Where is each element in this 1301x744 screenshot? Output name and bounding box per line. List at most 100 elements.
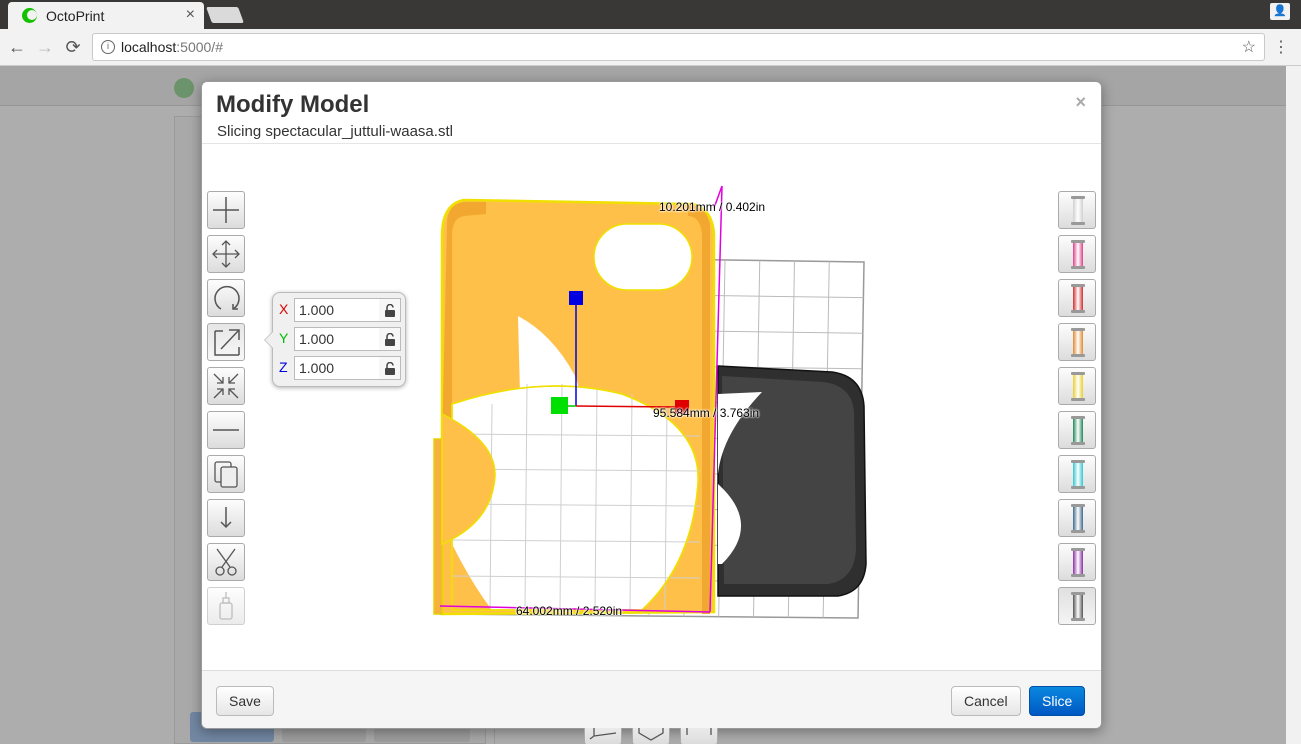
modal-footer: Save Cancel Slice <box>202 670 1101 728</box>
scale-z-lock-button[interactable] <box>379 356 401 380</box>
spool-icon <box>1073 373 1083 399</box>
scale-y-row: Y <box>279 327 401 351</box>
address-url[interactable]: localhost:5000/# <box>121 39 223 55</box>
info-icon[interactable]: i <box>101 40 115 54</box>
spool-rim <box>1071 328 1085 331</box>
filament-spool-button[interactable] <box>1058 323 1096 361</box>
spool-rim <box>1071 592 1085 595</box>
scissors-icon <box>215 548 237 576</box>
tab-title: OctoPrint <box>46 8 105 24</box>
drop-to-bed-button[interactable] <box>207 499 245 537</box>
octoprint-logo-icon <box>22 8 37 23</box>
gizmo-y-handle[interactable] <box>551 397 568 414</box>
viewport-canvas[interactable] <box>202 144 1101 670</box>
modify-model-dialog: Modify Model Slicing spectacular_juttuli… <box>201 81 1102 744</box>
cut-button[interactable] <box>207 543 245 581</box>
scale-x-input[interactable] <box>294 298 380 322</box>
tab-close-icon[interactable]: × <box>186 6 195 24</box>
slice-button[interactable]: Slice <box>1029 686 1086 716</box>
scale-z-label: Z <box>279 359 288 375</box>
spool-icon <box>1073 593 1083 619</box>
reload-icon[interactable]: ⟳ <box>62 37 84 58</box>
scale-button[interactable] <box>207 323 245 361</box>
filament-spool-button[interactable] <box>1058 455 1096 493</box>
spool-icon <box>1073 285 1083 311</box>
filament-spool-button[interactable] <box>1058 499 1096 537</box>
line-icon <box>213 429 239 431</box>
scale-z-input[interactable] <box>294 356 380 380</box>
glue-bottle-icon <box>219 592 233 620</box>
gizmo-z-handle[interactable] <box>569 291 583 305</box>
move-arrows-icon <box>212 240 240 268</box>
spool-icon <box>1073 197 1083 223</box>
scale-y-input[interactable] <box>294 327 380 351</box>
new-tab-button[interactable] <box>206 7 244 23</box>
lay-flat-button[interactable] <box>207 411 245 449</box>
spool-icon <box>1073 461 1083 487</box>
filament-spool-button[interactable] <box>1058 543 1096 581</box>
cancel-button[interactable]: Cancel <box>951 686 1021 716</box>
spool-rim <box>1071 284 1085 287</box>
glue-button[interactable] <box>207 587 245 625</box>
lock-icon <box>385 304 395 317</box>
scale-x-lock-button[interactable] <box>379 298 401 322</box>
filament-spool-button[interactable] <box>1058 411 1096 449</box>
scale-x-row: X <box>279 298 401 322</box>
spool-rim <box>1071 240 1085 243</box>
spool-rim <box>1071 618 1085 621</box>
rotate-icon <box>214 285 240 310</box>
filament-spool-button[interactable] <box>1058 279 1096 317</box>
add-model-button[interactable] <box>207 191 245 229</box>
spool-rim <box>1071 416 1085 419</box>
height-dimension-label: 10.201mm / 0.402in <box>659 200 766 214</box>
address-bar[interactable]: i localhost:5000/# ☆ <box>92 33 1265 61</box>
spool-rim <box>1071 486 1085 489</box>
duplicate-button[interactable] <box>207 455 245 493</box>
spool-rim <box>1071 442 1085 445</box>
arrow-down-icon <box>220 507 232 529</box>
popover-arrow <box>264 331 273 349</box>
spool-rim <box>1071 398 1085 401</box>
phone-case-object[interactable] <box>717 365 867 597</box>
profile-icon[interactable]: 👤 <box>1270 3 1290 20</box>
shrink-to-fit-button[interactable] <box>207 367 245 405</box>
page-scrollbar[interactable] <box>1286 66 1301 744</box>
spool-icon <box>1073 329 1083 355</box>
spool-icon <box>1073 549 1083 575</box>
width-dimension-label: 64.002mm / 2.520in <box>516 604 623 618</box>
browser-titlebar: OctoPrint × 👤 <box>0 0 1301 29</box>
save-button[interactable]: Save <box>216 686 274 716</box>
filament-spool-button[interactable] <box>1058 235 1096 273</box>
url-host: localhost <box>121 39 177 55</box>
filament-spool-button[interactable] <box>1058 587 1096 625</box>
browser-menu-icon[interactable]: ⋮ <box>1273 37 1289 57</box>
filament-spool-button[interactable] <box>1058 367 1096 405</box>
spool-rim <box>1071 574 1085 577</box>
translate-button[interactable] <box>207 235 245 273</box>
spool-rim <box>1071 548 1085 551</box>
filament-spool-button[interactable] <box>1058 191 1096 229</box>
plus-icon <box>213 197 239 223</box>
spool-icon <box>1073 417 1083 443</box>
spool-rim <box>1071 354 1085 357</box>
bookmark-star-icon[interactable]: ☆ <box>1242 37 1256 57</box>
spool-rim <box>1071 222 1085 225</box>
spool-rim <box>1071 266 1085 269</box>
modal-header: Modify Model Slicing spectacular_juttuli… <box>202 82 1101 144</box>
scale-y-label: Y <box>279 330 289 346</box>
close-icon[interactable]: × <box>1075 92 1086 113</box>
shrink-icon <box>213 373 239 399</box>
back-icon[interactable]: ← <box>6 37 28 58</box>
spool-rim <box>1071 460 1085 463</box>
spool-rim <box>1071 196 1085 199</box>
scale-y-lock-button[interactable] <box>379 327 401 351</box>
forward-icon[interactable]: → <box>34 37 56 58</box>
scale-z-row: Z <box>279 356 401 380</box>
browser-tab[interactable]: OctoPrint × <box>8 2 204 29</box>
model-viewer[interactable]: 10.201mm / 0.402in 95.584mm / 3.763in 64… <box>202 144 1101 744</box>
rotate-button[interactable] <box>207 279 245 317</box>
lock-icon <box>385 333 395 346</box>
modal-title: Modify Model <box>216 91 370 118</box>
browser-toolbar: ← → ⟳ i localhost:5000/# ☆ ⋮ <box>0 29 1301 66</box>
lock-icon <box>385 362 395 375</box>
